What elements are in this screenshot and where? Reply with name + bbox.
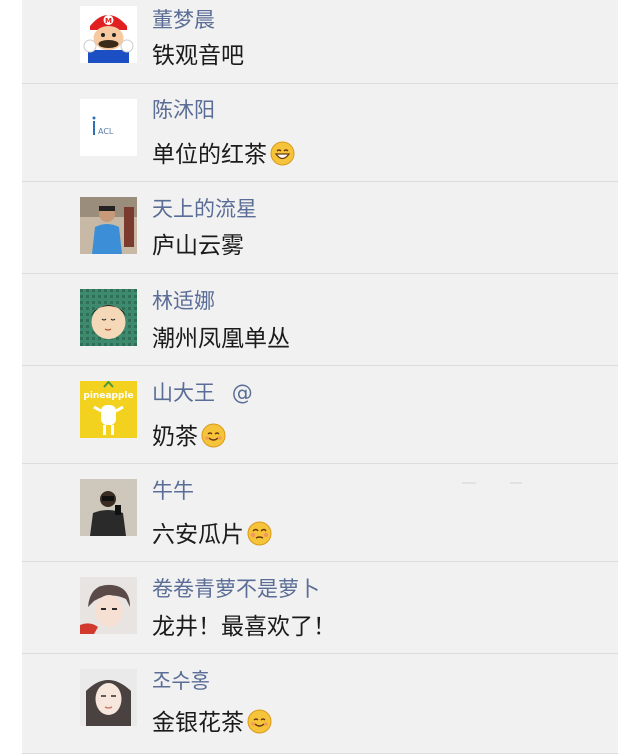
comment-item[interactable]: 卷卷青萝不是萝卜 龙井！最喜欢了！ [22, 562, 618, 654]
comment-text-content: 单位的红茶 [152, 142, 267, 168]
comment-item[interactable]: M 董梦晨 铁观音吧 [22, 0, 618, 84]
smile-emoji [247, 709, 272, 734]
comment-list: M 董梦晨 铁观音吧 ACL 陈沐阳 单位的红茶 天上的流星 庐山云雾 林适娜 … [22, 0, 618, 754]
comment-text: 潮州凤凰单丛 [152, 326, 290, 352]
commenter-name[interactable]: 林适娜 [152, 288, 215, 314]
comment-item[interactable]: 林适娜 潮州凤凰单丛 [22, 274, 618, 366]
commenter-name[interactable]: 조수홍 [152, 668, 210, 694]
mirror-selfie-avatar[interactable] [80, 479, 137, 536]
blush-emoji [247, 521, 272, 546]
comment-item[interactable]: pineapple 山大王 @ 奶茶 [22, 366, 618, 464]
commenter-name[interactable]: 天上的流星 [152, 196, 257, 222]
commenter-name[interactable]: 牛牛 [152, 478, 194, 504]
comment-text-content: 奶茶 [152, 424, 198, 450]
comment-text: 庐山云雾 [152, 233, 244, 259]
woman-portrait-avatar[interactable] [80, 669, 137, 726]
mention-symbol[interactable]: @ [232, 381, 253, 405]
mario-avatar[interactable]: M [80, 6, 137, 63]
comment-item[interactable]: 조수홍 金银花茶 [22, 654, 618, 754]
comment-item[interactable]: 天上的流星 庐山云雾 [22, 182, 618, 274]
commenter-name[interactable]: 陈沐阳 [152, 97, 215, 123]
comment-text: 六安瓜片 [152, 520, 272, 550]
comment-text: 金银花茶 [152, 708, 272, 738]
comment-text: 龙井！最喜欢了！ [152, 614, 336, 640]
pineapple-text: pineapple [83, 391, 133, 401]
acl-logo-avatar[interactable]: ACL [80, 99, 137, 156]
faint-mark [510, 482, 522, 484]
anime-boy-avatar[interactable] [80, 577, 137, 634]
comment-text-content: 六安瓜片 [152, 522, 244, 548]
comment-text: 单位的红茶 [152, 140, 295, 170]
comment-item[interactable]: ACL 陈沐阳 单位的红茶 [22, 84, 618, 182]
man-in-blue-shirt-avatar[interactable] [80, 197, 137, 254]
smile-emoji [201, 423, 226, 448]
commenter-name-text: 山大王 [152, 381, 215, 405]
comment-text: 铁观音吧 [152, 43, 244, 69]
pineapple-avatar[interactable]: pineapple [80, 381, 137, 438]
grinning-emoji [270, 141, 295, 166]
comment-text: 奶茶 [152, 422, 226, 452]
comment-text-content: 金银花茶 [152, 710, 244, 736]
commenter-name[interactable]: 山大王 @ [152, 380, 253, 406]
svg-text:M: M [105, 17, 112, 25]
comment-item[interactable]: 牛牛 六安瓜片 [22, 464, 618, 562]
acl-logo-text: ACL [98, 127, 114, 136]
commenter-name[interactable]: 卷卷青萝不是萝卜 [152, 576, 320, 602]
commenter-name[interactable]: 董梦晨 [152, 7, 215, 33]
cartoon-girl-avatar[interactable] [80, 289, 137, 346]
faint-mark [462, 482, 476, 484]
